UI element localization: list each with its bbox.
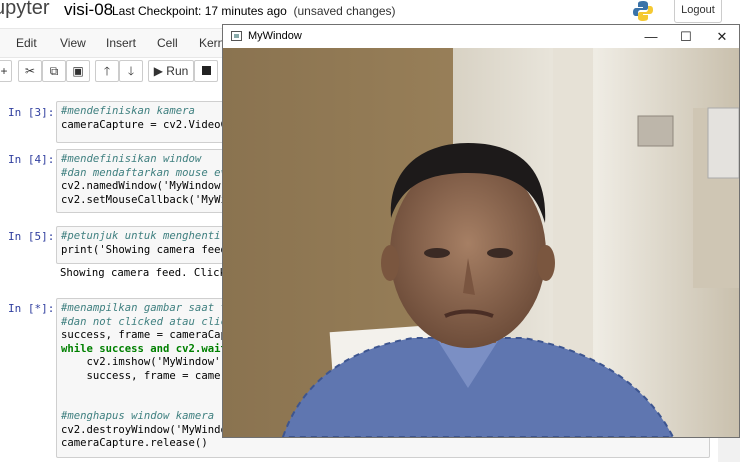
minimize-button[interactable]: — — [636, 27, 666, 47]
menu-kernel[interactable]: Kern — [199, 36, 224, 50]
logout-button[interactable]: Logout — [674, 0, 722, 23]
jupyter-logo[interactable]: upyter — [0, 0, 50, 20]
code-line: cv2.setMouseCallback('MyWi — [61, 193, 227, 206]
code-line: #menampilkan gambar saat t — [61, 302, 227, 314]
copy-button[interactable]: ⧉ — [42, 60, 66, 82]
code-line: #dan not clicked atau clic — [61, 315, 227, 328]
cell-prompt: In [4]: — [8, 153, 55, 166]
cell-prompt: In [*]: — [8, 302, 55, 315]
cell-prompt: In [3]: — [8, 106, 55, 119]
camera-feed[interactable] — [223, 48, 739, 437]
opencv-window[interactable]: MyWindow — ☐ ✕ — [222, 24, 740, 438]
cut-button[interactable]: ✂ — [18, 60, 42, 82]
unsaved-indicator: (unsaved changes) — [293, 4, 396, 18]
play-icon: ▶ — [153, 64, 163, 78]
stop-button[interactable] — [194, 60, 218, 82]
code-line: print('Showing camera feed — [61, 243, 227, 256]
code-line: while success and cv2.wait — [61, 342, 227, 355]
code-line: cv2.destroyWindow('MyWindo — [61, 423, 227, 436]
move-up-button[interactable]: 🡑 — [95, 60, 119, 82]
paste-button[interactable]: ▣ — [66, 60, 90, 82]
code-line: success, frame = cameraCap — [61, 329, 227, 341]
code-line: #menghapus window kamera — [61, 410, 215, 422]
run-button[interactable]: ▶ Run — [148, 60, 194, 82]
window-app-icon — [231, 31, 242, 41]
close-button[interactable]: ✕ — [707, 27, 737, 47]
menu-cell[interactable]: Cell — [157, 36, 178, 50]
code-line: cv2.imshow('MyWindow' — [61, 356, 221, 368]
menu-insert[interactable]: Insert — [106, 36, 136, 50]
checkpoint-time: 17 minutes ago — [204, 4, 287, 18]
add-cell-button[interactable]: + — [0, 60, 12, 82]
window-title: MyWindow — [248, 30, 302, 42]
stop-icon — [201, 66, 211, 75]
cell-output: Showing camera feed. Click — [60, 267, 226, 279]
arrow-down-icon: 🡓 — [127, 64, 135, 78]
code-line: #dan mendaftarkan mouse ev — [61, 166, 227, 179]
code-line: cv2.namedWindow('MyWindow' — [61, 180, 227, 192]
code-line: #mendefiniskan kamera — [61, 105, 195, 117]
notebook-name[interactable]: visi-08 — [64, 0, 113, 20]
camera-frame-image — [223, 48, 739, 437]
arrow-up-icon: 🡑 — [103, 64, 111, 78]
move-down-button[interactable]: 🡓 — [119, 60, 143, 82]
jupyter-header: upyter visi-08 Last Checkpoint: 17 minut… — [0, 0, 740, 26]
code-line: cameraCapture = cv2.VideoC — [61, 118, 227, 131]
menu-view[interactable]: View — [60, 36, 86, 50]
scissors-icon: ✂ — [24, 64, 36, 78]
code-line: #mendefinisikan window — [61, 153, 202, 165]
checkpoint-label: Last Checkpoint: — [112, 4, 202, 18]
copy-icon: ⧉ — [49, 64, 59, 78]
code-line: cameraCapture.release() — [61, 437, 208, 449]
checkpoint-status: Last Checkpoint: 17 minutes ago (unsaved… — [112, 4, 396, 18]
menu-edit[interactable]: Edit — [16, 36, 37, 50]
code-line: success, frame = came — [61, 369, 221, 382]
maximize-button[interactable]: ☐ — [671, 27, 701, 47]
cell-prompt: In [5]: — [8, 230, 55, 243]
paste-icon: ▣ — [72, 64, 84, 78]
window-titlebar[interactable]: MyWindow — ☐ ✕ — [223, 25, 739, 48]
run-label: Run — [166, 64, 189, 78]
code-line: #petunjuk untuk menghenti — [61, 230, 221, 242]
python-logo-icon — [633, 1, 653, 21]
